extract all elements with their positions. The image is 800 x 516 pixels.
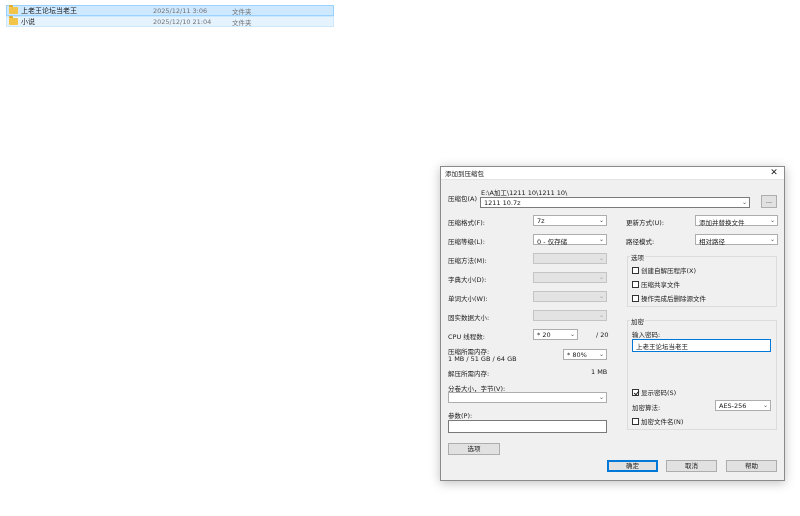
archive-label: 压缩包(A) — [448, 195, 478, 203]
sfx-label: 创建自解压程序(X) — [641, 267, 697, 275]
folder-icon — [9, 16, 18, 25]
archive-path: E:\A加工\1211 10\1211 10\ — [481, 189, 568, 197]
chevron-down-icon: ⌄ — [598, 274, 604, 281]
archive-name-input[interactable]: 1211 10.7z ⌄ — [480, 197, 750, 208]
dict-label: 字典大小(D): — [448, 276, 487, 284]
chevron-down-icon: ⌄ — [598, 236, 604, 243]
password-value: 上老王论坛当老王 — [636, 343, 688, 351]
encrypt-names-checkbox[interactable]: 加密文件名(N) — [632, 416, 683, 426]
delete-source-checkbox[interactable]: 操作完成后删除源文件 — [632, 293, 706, 303]
chevron-down-icon: ⌄ — [598, 255, 604, 262]
cpu-max: / 20 — [596, 331, 609, 339]
mem-value: * 80% — [567, 351, 587, 359]
path-mode-select[interactable]: 相对路径 ⌄ — [695, 234, 778, 246]
file-type: 文件夹 — [232, 7, 252, 16]
solid-select: ⌄ — [533, 310, 607, 321]
checkbox-box — [632, 266, 639, 274]
show-password-checkbox[interactable]: 显示密码(S) — [632, 387, 676, 397]
file-date: 2025/12/11 3:06 — [153, 6, 208, 15]
encrypt-method-select[interactable]: AES-256 ⌄ — [715, 400, 771, 411]
browse-button[interactable]: ... — [761, 195, 777, 208]
archive-name-value: 1211 10.7z — [484, 199, 521, 207]
chevron-down-icon: ⌄ — [569, 331, 575, 338]
split-select[interactable]: ⌄ — [448, 392, 607, 403]
word-select: ⌄ — [533, 291, 607, 302]
method-select: ⌄ — [533, 253, 607, 264]
encrypt-names-label: 加密文件名(N) — [641, 418, 684, 426]
word-label: 单词大小(W): — [448, 295, 488, 303]
ok-button[interactable]: 确定 — [607, 460, 658, 472]
format-value: 7z — [537, 217, 545, 225]
options-button[interactable]: 选项 — [448, 443, 500, 455]
chevron-down-icon: ⌄ — [769, 236, 775, 243]
dialog-titlebar: 添加到压缩包 ✕ — [441, 167, 784, 180]
checkbox-box — [632, 294, 639, 302]
chevron-down-icon: ⌄ — [769, 217, 775, 224]
mem-select[interactable]: * 80% ⌄ — [563, 349, 607, 360]
password-input[interactable]: 上老王论坛当老王 — [632, 339, 771, 352]
chevron-down-icon: ⌄ — [741, 199, 747, 206]
format-label: 压缩格式(F): — [448, 219, 486, 227]
format-select[interactable]: 7z ⌄ — [533, 215, 607, 226]
params-label: 参数(P): — [448, 412, 473, 420]
level-label: 压缩等级(L): — [448, 238, 485, 246]
update-label: 更新方式(U): — [626, 219, 665, 227]
dialog-title: 添加到压缩包 — [445, 170, 484, 178]
encrypt-method-label: 加密算法: — [632, 404, 661, 412]
delete-source-label: 操作完成后删除源文件 — [641, 295, 706, 303]
file-name: 上老王论坛当老王 — [21, 6, 77, 15]
decomp-mem-label: 解压所需内存: — [448, 370, 490, 378]
method-label: 压缩方法(M): — [448, 257, 487, 265]
checkbox-box — [632, 388, 639, 396]
level-value: 0 - 仅存储 — [537, 238, 568, 246]
encryption-group-title: 加密 — [630, 316, 645, 326]
cpu-label: CPU 线程数: — [448, 333, 485, 341]
shared-label: 压缩共享文件 — [641, 281, 680, 289]
path-mode-value: 相对路径 — [699, 238, 725, 246]
add-to-archive-dialog: 添加到压缩包 ✕ 压缩包(A) E:\A加工\1211 10\1211 10\ … — [440, 166, 785, 481]
file-date: 2025/12/10 21:04 — [153, 17, 212, 26]
file-type: 文件夹 — [232, 18, 252, 27]
chevron-down-icon: ⌄ — [598, 394, 604, 401]
chevron-down-icon: ⌄ — [598, 293, 604, 300]
params-input[interactable] — [448, 420, 607, 433]
shared-checkbox[interactable]: 压缩共享文件 — [632, 279, 680, 289]
cpu-select[interactable]: * 20 ⌄ — [533, 329, 578, 340]
chevron-down-icon: ⌄ — [598, 217, 604, 224]
decomp-mem-value: 1 MB — [591, 368, 608, 376]
file-list: 上老王论坛当老王 2025/12/11 3:06 文件夹 小说 2025/12/… — [6, 5, 334, 27]
sfx-checkbox[interactable]: 创建自解压程序(X) — [632, 265, 696, 275]
chevron-down-icon: ⌄ — [598, 312, 604, 319]
update-value: 添加并替换文件 — [699, 219, 745, 227]
cpu-value: * 20 — [537, 331, 551, 339]
solid-label: 固实数据大小: — [448, 314, 490, 322]
mem-detail: 1 MB / 51 GB / 64 GB — [448, 355, 517, 363]
list-item[interactable]: 小说 2025/12/10 21:04 文件夹 — [6, 16, 334, 27]
password-label: 输入密码: — [632, 331, 661, 339]
update-select[interactable]: 添加并替换文件 ⌄ — [695, 215, 778, 227]
list-item[interactable]: 上老王论坛当老王 2025/12/11 3:06 文件夹 — [6, 5, 334, 16]
chevron-down-icon: ⌄ — [598, 351, 604, 358]
dict-select: ⌄ — [533, 272, 607, 283]
path-mode-label: 路径模式: — [626, 238, 655, 246]
level-select[interactable]: 0 - 仅存储 ⌄ — [533, 234, 607, 246]
file-name: 小说 — [21, 17, 35, 26]
help-button[interactable]: 帮助 — [726, 460, 777, 472]
options-group-title: 选项 — [630, 252, 645, 262]
checkbox-box — [632, 417, 639, 425]
cancel-button[interactable]: 取消 — [666, 460, 717, 472]
close-icon[interactable]: ✕ — [768, 168, 780, 178]
show-password-label: 显示密码(S) — [641, 389, 677, 397]
checkbox-box — [632, 280, 639, 288]
encrypt-method-value: AES-256 — [719, 402, 747, 410]
chevron-down-icon: ⌄ — [762, 402, 768, 409]
folder-icon — [9, 5, 18, 14]
